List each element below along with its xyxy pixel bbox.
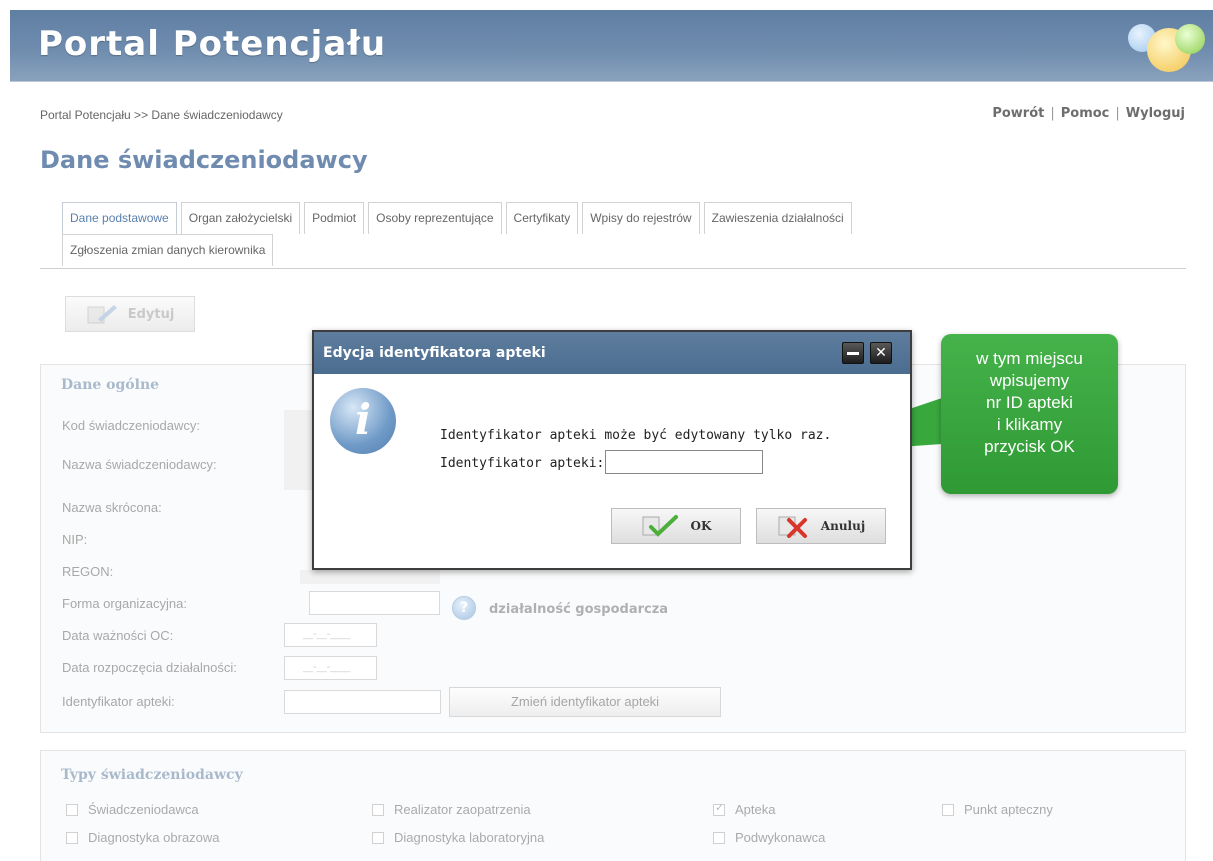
tab-bar: Dane podstawowe Organ założycielski Podm…	[62, 202, 1186, 266]
activity-start-label: Data rozpoczęcia działalności:	[62, 660, 237, 675]
pharmacy-id-input[interactable]	[605, 450, 763, 474]
checkbox[interactable]	[66, 803, 78, 816]
checkbox-label: Podwykonawca	[735, 830, 826, 845]
checkbox[interactable]	[942, 803, 954, 816]
logo-bubble	[1175, 24, 1205, 54]
nip-label: NIP:	[62, 532, 88, 547]
org-form-label: Forma organizacyjna:	[62, 596, 187, 611]
instruction-callout: w tym miejscu wpisujemy nr ID apteki i k…	[941, 334, 1118, 494]
tab-basic-data[interactable]: Dane podstawowe	[62, 202, 177, 234]
general-data-title: Dane ogólne	[61, 377, 160, 393]
tab-suspensions[interactable]: Zawieszenia działalności	[703, 202, 852, 234]
regon-label: REGON:	[62, 564, 114, 579]
ok-button[interactable]: OK	[611, 508, 741, 544]
checkbox-label: Świadczeniodawca	[88, 802, 199, 817]
checkbox[interactable]	[372, 831, 384, 844]
type-checkbox-provider[interactable]: Świadczeniodawca	[66, 802, 199, 817]
checkbox-label: Realizator zaopatrzenia	[394, 802, 531, 817]
checkbox-label: Apteka	[735, 802, 776, 817]
callout-line: wpisujemy	[989, 371, 1070, 390]
edit-pencil-icon	[87, 305, 117, 324]
tab-certificates[interactable]: Certyfikaty	[505, 202, 579, 234]
oc-validity-date-field[interactable]: __-__-____	[284, 623, 377, 647]
minimize-icon[interactable]	[842, 342, 864, 364]
page-title: Dane świadczeniodawcy	[40, 146, 368, 174]
link-separator: |	[1115, 106, 1120, 121]
redacted-value	[300, 570, 440, 584]
dialog-message: Identyfikator apteki może być edytowany …	[440, 428, 832, 443]
tab-register-entries[interactable]: Wpisy do rejestrów	[582, 202, 700, 234]
tab-manager-changes[interactable]: Zgłoszenia zmian danych kierownika	[62, 234, 274, 266]
checkbox[interactable]	[66, 831, 78, 844]
callout-line: nr ID apteki	[986, 393, 1073, 412]
tab-row: Zgłoszenia zmian danych kierownika	[62, 234, 1186, 266]
ok-button-label: OK	[690, 519, 712, 533]
logout-link[interactable]: Wyloguj	[1126, 106, 1185, 121]
pharmacy-id-field[interactable]	[284, 690, 441, 714]
checkbox-label: Diagnostyka obrazowa	[88, 830, 220, 845]
cancel-x-icon	[778, 516, 807, 538]
edit-pharmacy-id-dialog: Edycja identyfikatora apteki ✕ i Identyf…	[312, 330, 912, 570]
org-form-field	[309, 591, 440, 615]
breadcrumb[interactable]: Portal Potencjału >> Dane świadczeniodaw…	[40, 108, 283, 122]
back-link[interactable]: Powrót	[992, 106, 1044, 121]
close-icon[interactable]: ✕	[870, 342, 892, 364]
tab-entity[interactable]: Podmiot	[304, 202, 365, 234]
tab-row: Dane podstawowe Organ założycielski Podm…	[62, 202, 1186, 234]
type-checkbox-pharmacy[interactable]: Apteka	[713, 801, 776, 817]
check-icon	[642, 515, 678, 537]
type-checkbox-subcontractor[interactable]: Podwykonawca	[713, 830, 825, 845]
link-separator: |	[1050, 106, 1055, 121]
logo-bubbles-icon	[1103, 10, 1213, 82]
oc-validity-label: Data ważności OC:	[62, 628, 174, 643]
activity-start-date-field[interactable]: __-__-____	[284, 656, 377, 680]
callout-line: w tym miejscu	[976, 349, 1083, 368]
provider-name-label: Nazwa świadczeniodawcy:	[62, 457, 217, 472]
dialog-field-label: Identyfikator apteki:	[440, 456, 605, 471]
pharmacy-id-label: Identyfikator apteki:	[62, 694, 175, 709]
redacted-value	[284, 410, 314, 490]
edit-button[interactable]: Edytuj	[65, 296, 195, 332]
app-header: Portal Potencjału	[10, 10, 1213, 82]
type-checkbox-supplier[interactable]: Realizator zaopatrzenia	[372, 802, 531, 817]
type-checkbox-imaging[interactable]: Diagnostyka obrazowa	[66, 830, 220, 845]
cancel-button-label: Anuluj	[820, 519, 866, 533]
checkbox[interactable]	[372, 803, 384, 816]
help-link[interactable]: Pomoc	[1061, 106, 1110, 121]
change-pharmacy-id-button[interactable]: Zmień identyfikator apteki	[449, 687, 721, 717]
help-icon[interactable]: ?	[452, 596, 476, 620]
provider-types-title: Typy świadczeniodawcy	[61, 767, 243, 783]
edit-button-label: Edytuj	[127, 306, 175, 322]
checkbox-checked[interactable]	[713, 801, 725, 816]
short-name-label: Nazwa skrócona:	[62, 500, 162, 515]
provider-code-label: Kod świadczeniodawcy:	[62, 418, 201, 433]
type-checkbox-laboratory[interactable]: Diagnostyka laboratoryjna	[372, 830, 544, 845]
checkbox-label: Diagnostyka laboratoryjna	[394, 830, 545, 845]
type-checkbox-pharmacy-point[interactable]: Punkt apteczny	[942, 802, 1053, 817]
callout-line: przycisk OK	[984, 437, 1075, 456]
tab-founding-body[interactable]: Organ założycielski	[180, 202, 301, 234]
info-icon: i	[330, 388, 396, 454]
tabs-divider	[40, 268, 1186, 269]
callout-line: i klikamy	[996, 415, 1063, 434]
top-links: Powrót | Pomoc | Wyloguj	[992, 106, 1185, 121]
cancel-button[interactable]: Anuluj	[756, 508, 886, 544]
checkbox[interactable]	[713, 831, 725, 844]
dialog-header: Edycja identyfikatora apteki ✕	[314, 332, 910, 374]
dialog-title: Edycja identyfikatora apteki	[323, 345, 546, 361]
app-title: Portal Potencjału	[38, 24, 387, 64]
org-form-value: działalność gospodarcza	[489, 602, 669, 617]
tab-representatives[interactable]: Osoby reprezentujące	[368, 202, 502, 234]
checkbox-label: Punkt apteczny	[964, 802, 1053, 817]
